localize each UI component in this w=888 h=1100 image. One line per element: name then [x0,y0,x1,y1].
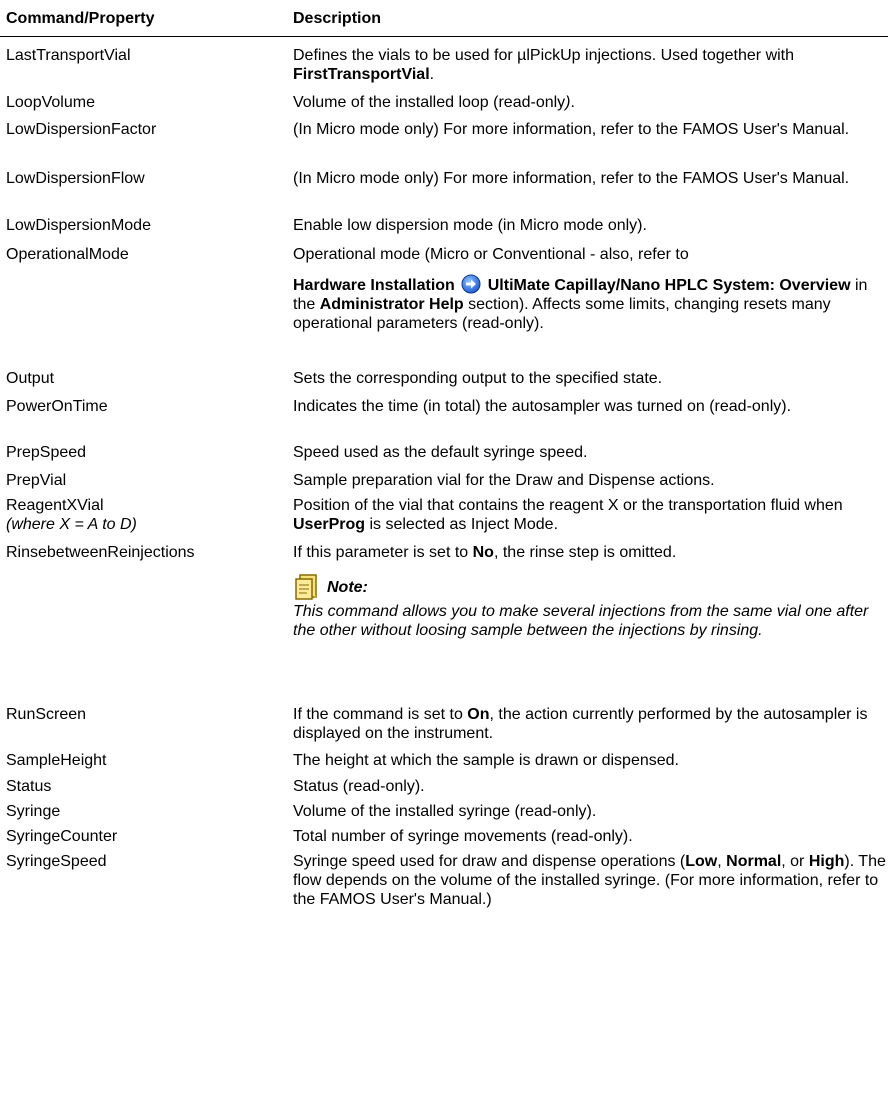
command-name: LowDispersionFactor [6,121,157,138]
command-name-text: ReagentXVial [6,497,104,514]
command-name: LoopVolume [6,94,95,111]
command-name: Output [6,370,55,387]
command-name: LowDispersionFlow [6,170,145,187]
desc-text: If this parameter is set to [293,544,473,561]
command-name: LowDispersionMode [6,217,151,234]
command-name: PrepSpeed [6,444,87,461]
command-name: SampleHeight [6,752,107,769]
command-description: If this parameter is set to No, the rins… [293,543,888,640]
command-description: The height at which the sample is drawn … [293,751,888,770]
command-name: ReagentXVial (where X = A to D) [6,496,137,534]
desc-text: Total number of syringe movements (read-… [293,828,633,845]
desc-bold: UserProg [293,516,366,533]
desc-bold: FirstTransportVial [293,66,430,83]
note-text: This command allows you to make several … [293,603,869,639]
note-icon [293,572,323,602]
desc-bold: UltiMate Capillay/Nano HPLC System: Over… [487,277,851,294]
command-subnote: (where X = A to D) [6,516,137,533]
command-description: Speed used as the default syringe speed. [293,443,888,462]
desc-text: The height at which the sample is drawn … [293,752,679,769]
desc-bold: Administrator Help [319,296,464,313]
command-description: Syringe speed used for draw and dispense… [293,852,888,909]
command-description: Status (read-only). [293,777,888,796]
command-description: If the command is set to On, the action … [293,705,888,743]
command-name: PrepVial [6,472,67,489]
command-name: Status [6,778,52,795]
blue-arrow-icon[interactable] [461,274,481,294]
command-name: SyringeSpeed [6,853,107,870]
note-heading: Note: [293,572,888,602]
desc-text: . [570,94,575,111]
command-description: Volume of the installed syringe (read-on… [293,802,888,821]
command-name: RinsebetweenReinjections [6,544,195,561]
command-description: Volume of the installed loop (read-only)… [293,93,888,112]
command-name: SyringeCounter [6,828,118,845]
desc-bold: High [808,853,845,870]
desc-text: , the rinse step is omitted. [493,544,677,561]
desc-text: Defines the vials to be used for µlPickU… [293,47,795,64]
desc-bold: No [472,544,494,561]
desc-bold: Hardware Installation [293,277,455,294]
command-description: (In Micro mode only) For more informatio… [293,169,888,188]
command-name: PowerOnTime [6,398,108,415]
command-description: Defines the vials to be used for µlPickU… [293,46,888,84]
command-description: Position of the vial that contains the r… [293,496,888,534]
desc-text: , [717,853,727,870]
desc-text: If the command is set to [293,706,468,723]
desc-text: is selected as Inject Mode. [365,516,559,533]
desc-text: Speed used as the default syringe speed. [293,444,588,461]
column-header-description: Description [293,10,382,27]
command-description: Enable low dispersion mode (in Micro mod… [293,216,888,235]
desc-text: , or [781,853,809,870]
desc-bold: Normal [726,853,782,870]
command-description: (In Micro mode only) For more informatio… [293,120,888,139]
command-description: Sets the corresponding output to the spe… [293,369,888,388]
desc-text: (In Micro mode only) For more informatio… [293,170,850,187]
desc-text: Volume of the installed loop (read-only [293,94,566,111]
desc-bold: Low [685,853,718,870]
desc-text: Syringe speed used for draw and dispense… [293,853,686,870]
desc-text: (In Micro mode only) For more informatio… [293,121,850,138]
desc-text: Operational mode (Micro or Conventional … [293,246,689,263]
command-name: OperationalMode [6,246,129,263]
desc-text: Sets the corresponding output to the spe… [293,370,663,387]
command-name: RunScreen [6,706,87,723]
header-rule [0,36,888,37]
column-header-command: Command/Property [6,10,155,27]
desc-text: . [429,66,435,83]
desc-text: Enable low dispersion mode (in Micro mod… [293,217,647,234]
command-description: Sample preparation vial for the Draw and… [293,471,888,490]
command-description: Indicates the time (in total) the autosa… [293,397,888,416]
command-description: Operational mode (Micro or Conventional … [293,245,888,333]
note-title: Note: [327,578,368,596]
desc-text: Position of the vial that contains the r… [293,497,843,514]
desc-text: Sample preparation vial for the Draw and… [293,472,715,489]
desc-text: Volume of the installed syringe (read-on… [293,803,597,820]
desc-text: Status (read-only). [293,778,425,795]
desc-bold: On [467,706,490,723]
command-name: Syringe [6,803,61,820]
desc-text: Indicates the time (in total) the autosa… [293,398,792,415]
command-name: LastTransportVial [6,47,131,64]
command-description: Total number of syringe movements (read-… [293,827,888,846]
